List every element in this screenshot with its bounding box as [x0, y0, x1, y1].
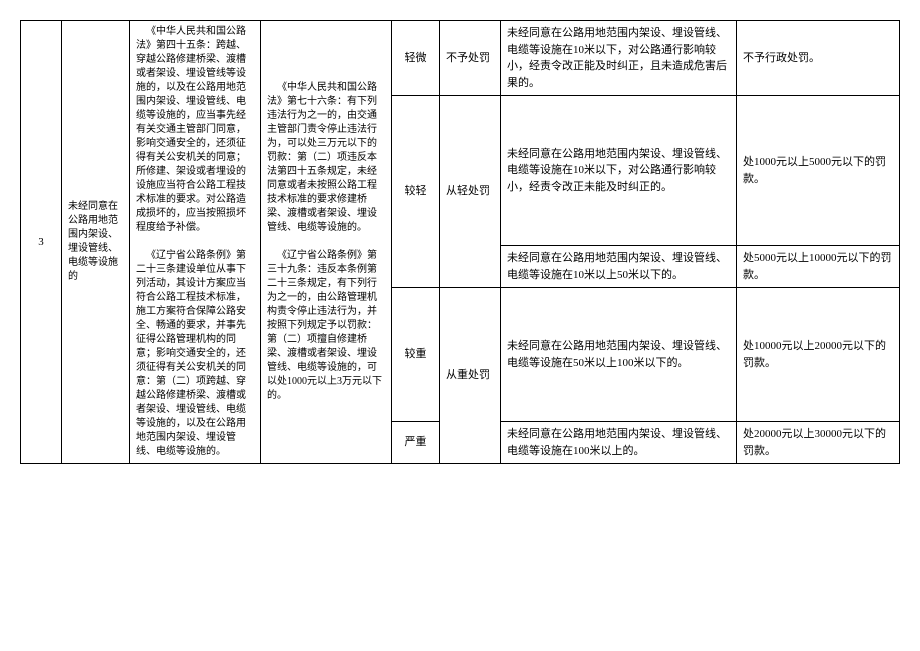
cell-penalty-light-2: 处5000元以上10000元以下的罚款。 — [737, 246, 900, 288]
cell-severity-heavy: 较重 — [392, 288, 440, 422]
cell-item: 未经同意在公路用地范围内架设、埋设管线、电缆等设施的 — [62, 21, 130, 464]
discretion-table: 3 未经同意在公路用地范围内架设、埋设管线、电缆等设施的 《中华人民共和国公路法… — [20, 20, 900, 464]
cell-situation-light-1: 未经同意在公路用地范围内架设、埋设管线、电缆等设施在10米以下，对公路通行影响较… — [501, 96, 737, 246]
cell-situation-minor: 未经同意在公路用地范围内架设、埋设管线、电缆等设施在10米以下，对公路通行影响较… — [501, 21, 737, 96]
cell-penalty-light-1: 处1000元以上5000元以下的罚款。 — [737, 96, 900, 246]
cell-severity-light: 较轻 — [392, 96, 440, 288]
law1-text-b: 《辽宁省公路条例》第二十三条建设单位从事下列活动，其设计方案应当符合公路工程技术… — [136, 249, 254, 459]
cell-severity-minor: 轻微 — [392, 21, 440, 96]
cell-penalty-heavy: 处10000元以上20000元以下的罚款。 — [737, 288, 900, 422]
law2-text-a: 《中华人民共和国公路法》第七十六条：有下列违法行为之一的，由交通主管部门责令停止… — [267, 81, 385, 235]
cell-severity-serious: 严重 — [392, 422, 440, 464]
cell-situation-serious: 未经同意在公路用地范围内架设、埋设管线、电缆等设施在100米以上的。 — [501, 422, 737, 464]
cell-law2: 《中华人民共和国公路法》第七十六条：有下列违法行为之一的，由交通主管部门责令停止… — [261, 21, 392, 464]
cell-law1: 《中华人民共和国公路法》第四十五条：跨越、穿越公路修建桥梁、渡槽或者架设、埋设管… — [130, 21, 261, 464]
table-row: 3 未经同意在公路用地范围内架设、埋设管线、电缆等设施的 《中华人民共和国公路法… — [21, 21, 900, 96]
cell-situation-light-2: 未经同意在公路用地范围内架设、埋设管线、电缆等设施在10米以上50米以下的。 — [501, 246, 737, 288]
cell-penalty-minor: 不予行政处罚。 — [737, 21, 900, 96]
cell-action-light: 从轻处罚 — [440, 96, 501, 288]
cell-penalty-serious: 处20000元以上30000元以下的罚款。 — [737, 422, 900, 464]
cell-situation-heavy: 未经同意在公路用地范围内架设、埋设管线、电缆等设施在50米以上100米以下的。 — [501, 288, 737, 422]
law1-text-a: 《中华人民共和国公路法》第四十五条：跨越、穿越公路修建桥梁、渡槽或者架设、埋设管… — [136, 25, 254, 235]
cell-action-heavy: 从重处罚 — [440, 288, 501, 464]
law2-text-b: 《辽宁省公路条例》第三十九条：违反本条例第二十三条规定，有下列行为之一的，由公路… — [267, 249, 385, 403]
cell-action-none: 不予处罚 — [440, 21, 501, 96]
cell-num: 3 — [21, 21, 62, 464]
